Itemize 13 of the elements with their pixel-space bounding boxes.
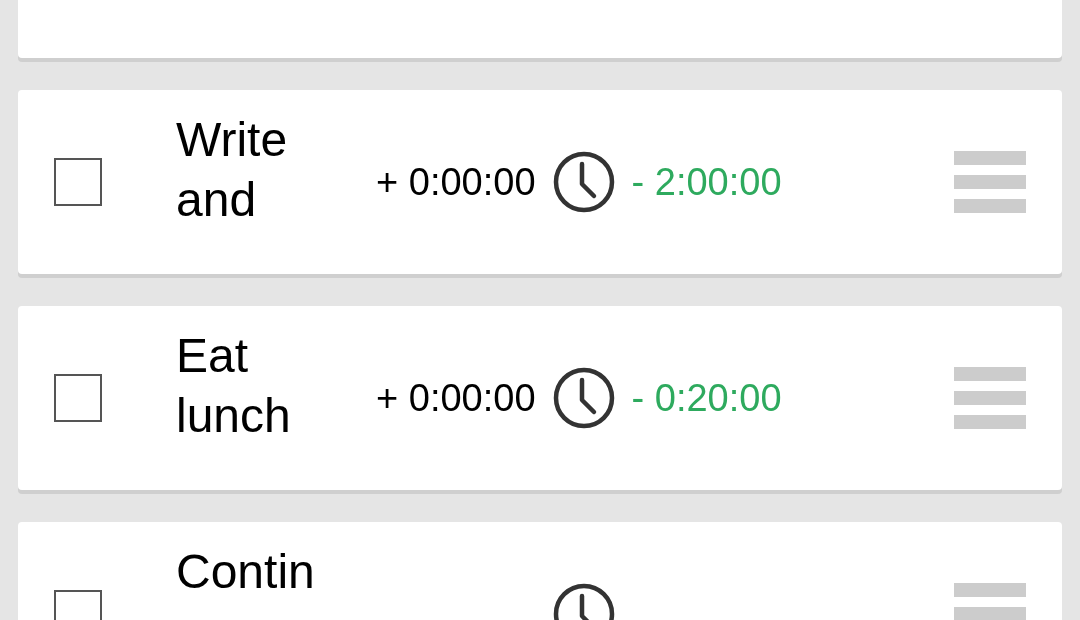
clock-icon xyxy=(551,150,616,214)
drag-handle-icon[interactable] xyxy=(954,367,1026,429)
elapsed-time: + 0:00:00 xyxy=(376,159,536,205)
task-title: Write and xyxy=(176,112,289,228)
remaining-time: - 2:00:00 xyxy=(631,159,782,205)
drag-handle-icon[interactable] xyxy=(954,151,1026,213)
elapsed-time: + 0:00:00 xyxy=(376,375,536,421)
task-title: Contin xyxy=(176,544,316,600)
task-title: Eat lunch xyxy=(176,328,292,444)
checkbox[interactable] xyxy=(54,158,102,206)
checkbox[interactable] xyxy=(54,374,102,422)
clock-icon xyxy=(551,366,616,430)
remaining-time: - 0:20:00 xyxy=(631,375,782,421)
